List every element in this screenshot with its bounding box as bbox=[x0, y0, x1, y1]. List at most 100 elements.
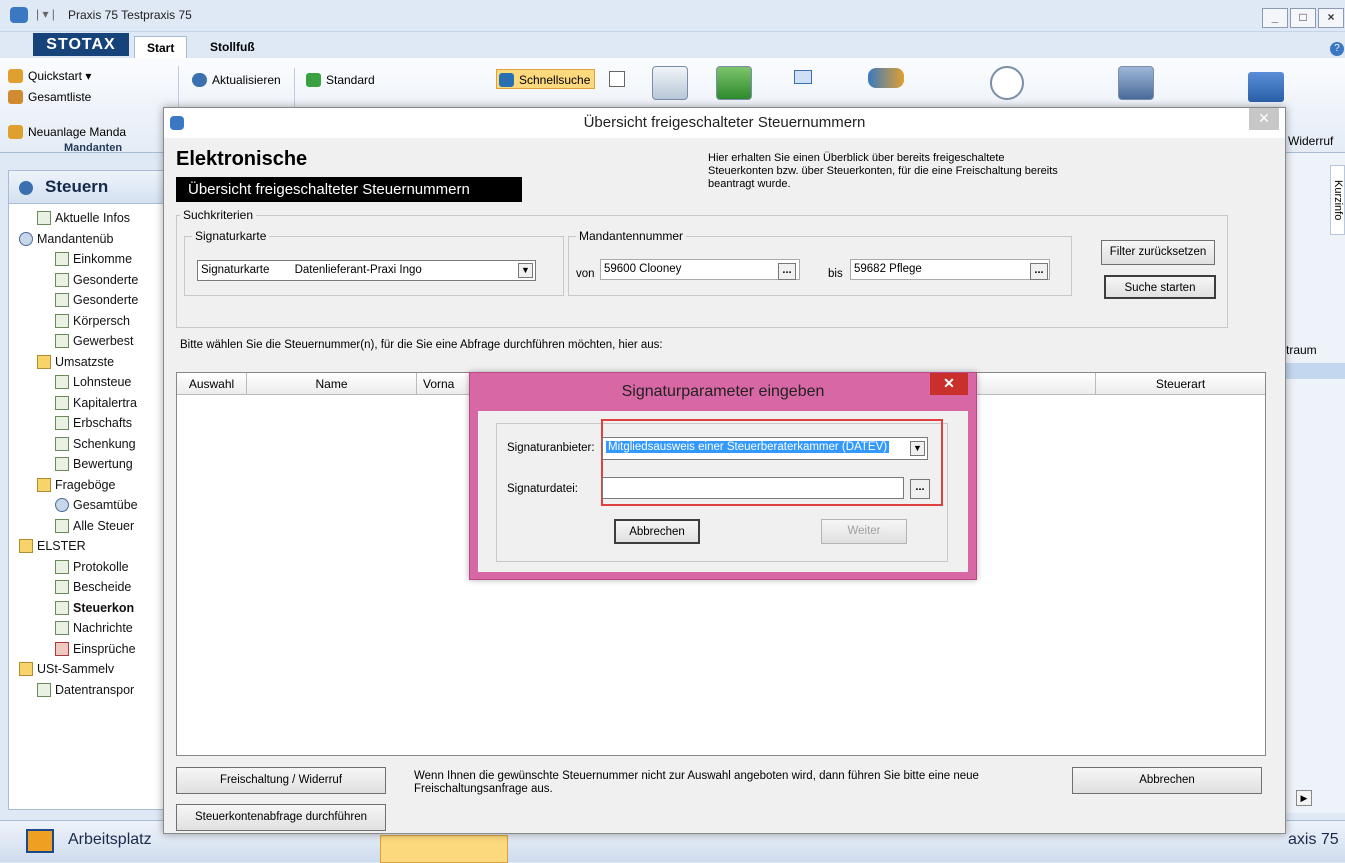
nav-item[interactable]: Umsatzste bbox=[9, 352, 167, 373]
nav-item[interactable]: Bewertung bbox=[9, 454, 167, 475]
nav-item[interactable]: Einkomme bbox=[9, 249, 167, 270]
dialog-info-text: Hier erhalten Sie einen Überblick über b… bbox=[708, 152, 1058, 190]
nav-item[interactable]: Protokolle bbox=[9, 557, 167, 578]
nav-item-label: Körpersch bbox=[73, 313, 130, 328]
refresh-button[interactable]: Aktualisieren bbox=[190, 70, 281, 90]
file-browse-button[interactable]: ... bbox=[910, 479, 930, 499]
ribbon-right-label[interactable]: Widerruf bbox=[1288, 134, 1333, 148]
minimize-button[interactable]: _ bbox=[1262, 8, 1288, 28]
nav-item[interactable]: ELSTER bbox=[9, 536, 167, 557]
column-header-name[interactable]: Name bbox=[247, 373, 417, 395]
account-query-button[interactable]: Steuerkontenabfrage durchführen bbox=[176, 804, 386, 831]
form-icon bbox=[55, 252, 69, 266]
tab-start[interactable]: Start bbox=[134, 36, 188, 58]
folder-icon bbox=[19, 539, 33, 553]
signature-dialog-body: Signaturanbieter: Mitgliedsausweis einer… bbox=[478, 411, 968, 572]
signature-cancel-button[interactable]: Abbrechen bbox=[614, 519, 700, 544]
document-list-icon[interactable] bbox=[652, 66, 688, 100]
nav-item[interactable]: Datentranspor bbox=[9, 680, 167, 701]
tab-stollfuss[interactable]: Stollfuß bbox=[198, 36, 267, 58]
nav-item[interactable]: Gesonderte bbox=[9, 270, 167, 291]
start-search-button[interactable]: Suche starten bbox=[1104, 275, 1216, 299]
app-logo[interactable]: STOTAX bbox=[33, 33, 129, 56]
nav-item-label: Bewertung bbox=[73, 457, 133, 471]
left-navigation: Aktuelle Infos Mandantenüb Einkomme Gesonde… bbox=[8, 170, 168, 810]
sigcard-value-b: Datenlieferant-Praxi Ingo bbox=[294, 264, 422, 276]
steuern-icon bbox=[19, 181, 33, 195]
cancel-button[interactable]: Abbrechen bbox=[1072, 767, 1262, 794]
signature-dialog-close-button[interactable]: ✕ bbox=[930, 373, 968, 395]
export-arrow-icon[interactable] bbox=[716, 66, 752, 100]
workplace-icon[interactable] bbox=[26, 829, 54, 853]
nav-item[interactable]: Gesamtübe bbox=[9, 495, 167, 516]
dialog-close-button[interactable]: ✕ bbox=[1249, 108, 1279, 130]
nav-item[interactable]: Lohnsteue bbox=[9, 372, 167, 393]
workplace-label[interactable]: Arbeitsplatz bbox=[68, 831, 152, 849]
nav-item[interactable]: Gesonderte bbox=[9, 290, 167, 311]
signature-dialog-title: Signaturparameter eingeben bbox=[621, 383, 825, 400]
people-icon bbox=[8, 90, 23, 104]
nav-item[interactable]: Alle Steuer bbox=[9, 516, 167, 537]
nav-header-label: Steuern bbox=[45, 177, 109, 196]
quickstart-button[interactable]: Quickstart ▾ bbox=[6, 66, 91, 86]
signature-next-button[interactable]: Weiter bbox=[821, 519, 907, 544]
form-icon bbox=[55, 375, 69, 389]
scroll-right-button[interactable]: ▶ bbox=[1296, 790, 1312, 806]
column-header-taxtype[interactable]: Steuerart bbox=[1095, 373, 1265, 395]
new-client-button[interactable]: Neuanlage Manda bbox=[6, 122, 126, 142]
hint-text: Wenn Ihnen die gewünschte Steuernummer n… bbox=[414, 770, 979, 795]
chevron-down-icon[interactable]: ▼ bbox=[910, 441, 925, 456]
nav-item[interactable]: Körpersch bbox=[9, 311, 167, 332]
to-browse-button[interactable]: ... bbox=[1030, 263, 1048, 280]
shortinfo-tab[interactable]: Kurzinfo bbox=[1330, 165, 1345, 235]
calculator-icon[interactable] bbox=[1118, 66, 1154, 100]
people-gear-icon[interactable] bbox=[868, 68, 904, 88]
clock-icon[interactable] bbox=[990, 66, 1024, 100]
columns-icon[interactable] bbox=[794, 70, 812, 84]
nav-item[interactable]: Steuerkon bbox=[9, 598, 167, 619]
column-header-firstname[interactable]: Vorna bbox=[417, 373, 477, 395]
maximize-button[interactable]: □ bbox=[1290, 8, 1316, 28]
nav-item[interactable]: USt-Sammelv bbox=[9, 659, 167, 680]
nav-header[interactable]: Steuern bbox=[8, 170, 168, 204]
chevron-down-icon[interactable]: ▼ bbox=[518, 263, 533, 278]
from-input[interactable]: 59600 Clooney bbox=[600, 259, 800, 280]
overall-list-button[interactable]: Gesamtliste bbox=[6, 87, 91, 107]
quicksearch-button[interactable]: Schnellsuche bbox=[496, 69, 596, 89]
nav-item[interactable]: Erbschafts bbox=[9, 413, 167, 434]
nav-item[interactable]: Bescheide bbox=[9, 577, 167, 598]
column-header-selection[interactable]: Auswahl bbox=[177, 373, 247, 395]
to-label: bis bbox=[828, 268, 843, 280]
network-icon[interactable] bbox=[1248, 72, 1284, 102]
nav-item[interactable]: Schenkung bbox=[9, 434, 167, 455]
bottom-tab-active[interactable] bbox=[380, 835, 508, 863]
file-input[interactable] bbox=[602, 477, 904, 499]
nav-item[interactable]: Mandantenüb bbox=[9, 229, 167, 250]
close-button[interactable]: × bbox=[1318, 8, 1344, 28]
reset-filter-button[interactable]: Filter zurücksetzen bbox=[1101, 240, 1215, 265]
nav-item[interactable]: Einsprüche bbox=[9, 639, 167, 660]
app-icon[interactable] bbox=[10, 7, 28, 23]
unlock-revoke-button[interactable]: Freischaltung / Widerruf bbox=[176, 767, 386, 794]
sigcard-select[interactable]: Signaturkarte Datenlieferant-Praxi Ingo … bbox=[197, 260, 536, 281]
standard-button[interactable]: Standard bbox=[304, 70, 375, 90]
dialog-heading: Elektronische bbox=[176, 148, 308, 170]
nav-item-label: Erbschafts bbox=[73, 416, 133, 430]
nav-item[interactable]: Aktuelle Infos bbox=[9, 208, 167, 229]
nav-item[interactable]: Gewerbest bbox=[9, 331, 167, 352]
help-icon[interactable]: ? bbox=[1330, 42, 1344, 56]
quicksearch-grid-icon[interactable] bbox=[609, 71, 625, 87]
to-input[interactable]: 59682 Pflege bbox=[850, 259, 1050, 280]
right-panel: Kurzinfo traum ▶ bbox=[1280, 153, 1345, 813]
cross-icon bbox=[55, 641, 69, 656]
gear-icon bbox=[55, 600, 69, 615]
nav-item[interactable]: Kapitalertra bbox=[9, 393, 167, 414]
form-icon bbox=[55, 416, 69, 430]
form-icon bbox=[55, 313, 69, 328]
nav-item[interactable]: Nachrichte bbox=[9, 618, 167, 639]
search-criteria-legend: Suchkriterien bbox=[180, 208, 257, 222]
quick-access-separator: | ▾ | bbox=[36, 7, 55, 21]
provider-select[interactable]: Mitgliedsausweis einer Steuerberaterkamm… bbox=[602, 437, 928, 460]
nav-item[interactable]: Frageböge bbox=[9, 475, 167, 496]
from-browse-button[interactable]: ... bbox=[778, 263, 796, 280]
